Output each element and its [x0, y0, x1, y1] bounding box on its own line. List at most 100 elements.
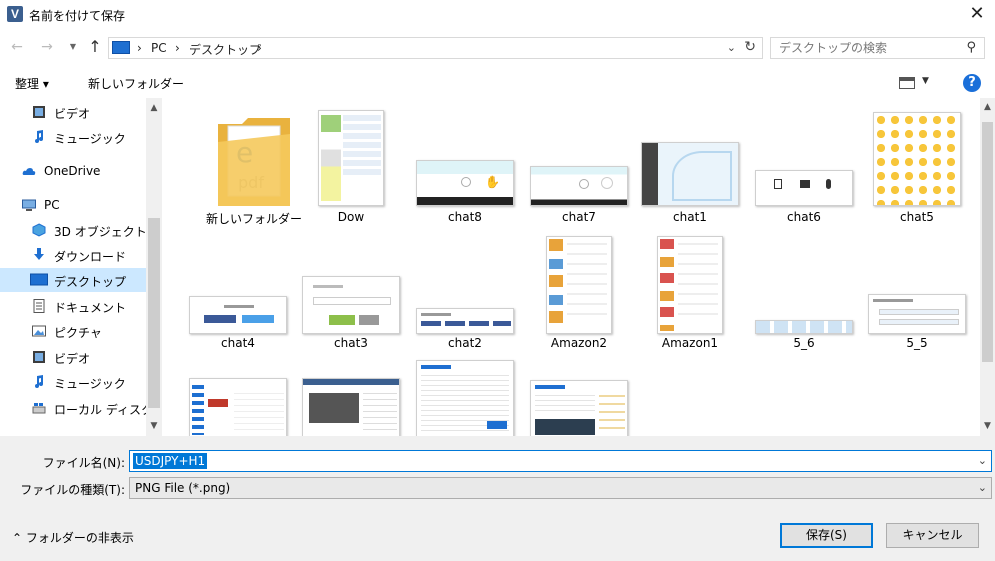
file-thumbnail	[641, 142, 739, 206]
breadcrumb-pc[interactable]: PC	[151, 41, 167, 55]
sidebar-item-3d-objects[interactable]: 3D オブジェクト	[0, 218, 147, 242]
breadcrumb-separator[interactable]: ›	[137, 41, 142, 55]
sidebar-item-label: ミュージック	[54, 132, 126, 146]
download-icon	[34, 248, 44, 260]
filetype-value: PNG File (*.png)	[135, 481, 231, 495]
file-thumbnail	[873, 112, 961, 206]
file-name: Amazon1	[661, 336, 719, 350]
sidebar-item-music[interactable]: ミュージック	[0, 125, 146, 149]
organize-button[interactable]: 整理 ▾	[15, 75, 49, 92]
file-thumbnail	[868, 294, 966, 334]
recent-locations-chevron-icon[interactable]: ▼	[64, 38, 82, 56]
file-thumbnail	[302, 378, 400, 436]
sidebar-item-label: ダウンロード	[54, 250, 127, 264]
filename-chevron-down-icon[interactable]: ⌄	[978, 454, 987, 467]
sidebar-item-music-2[interactable]: ミュージック	[0, 370, 146, 394]
music-icon	[35, 130, 43, 143]
desktop-icon	[30, 273, 48, 286]
search-icon[interactable]: ⚲	[966, 40, 976, 55]
toolbar: 整理 ▾ 新しいフォルダー ▼ ?	[0, 66, 995, 98]
search-input[interactable]	[771, 38, 951, 58]
sidebar-item-videos-2[interactable]: ビデオ	[0, 345, 146, 369]
3d-objects-icon	[32, 223, 46, 237]
filename-value[interactable]: USDJPY+H1	[133, 453, 208, 469]
app-logo-icon: V	[7, 6, 23, 22]
help-icon[interactable]: ?	[963, 74, 981, 92]
filetype-select[interactable]: PNG File (*.png) ⌄	[129, 477, 992, 499]
file-name: chat2	[448, 336, 482, 350]
back-arrow-icon[interactable]: ←	[8, 38, 26, 56]
address-bar[interactable]: › PC › デスクトップ › ⌄ ↻	[108, 37, 763, 59]
sidebar-item-label: デスクトップ	[54, 275, 127, 289]
title-bar: V 名前を付けて保存 ✕	[0, 0, 995, 30]
file-thumbnail	[189, 296, 287, 334]
up-arrow-icon[interactable]: ↑	[86, 38, 104, 56]
sidebar-item-downloads[interactable]: ダウンロード	[0, 243, 146, 267]
hide-folders-toggle[interactable]: ⌃ フォルダーの非表示	[12, 529, 134, 546]
file-list-scroll-thumb[interactable]	[982, 122, 993, 362]
new-folder-button[interactable]: 新しいフォルダー	[88, 75, 184, 92]
breadcrumb-separator[interactable]: ›	[175, 41, 180, 55]
sidebar-item-label: PC	[44, 198, 60, 212]
pictures-icon	[32, 325, 46, 337]
sidebar-item-pictures[interactable]: ピクチャ	[0, 319, 146, 343]
document-icon	[33, 299, 45, 313]
sidebar-item-label: ピクチャ	[54, 326, 102, 340]
filename-input[interactable]: USDJPY+H1 ⌄	[129, 450, 992, 472]
file-thumbnail	[302, 276, 400, 334]
file-name: 5_5	[906, 336, 928, 350]
forward-arrow-icon[interactable]: →	[38, 38, 56, 56]
filetype-label: ファイルの種類(T):	[20, 483, 125, 497]
file-list-scrollbar[interactable]: ▲ ▼	[980, 98, 995, 436]
file-thumbnail	[530, 380, 628, 436]
sidebar-scroll-thumb[interactable]	[148, 218, 160, 408]
search-box[interactable]: ⚲	[770, 37, 985, 59]
filetype-chevron-down-icon[interactable]: ⌄	[978, 481, 987, 494]
sidebar-item-onedrive[interactable]: OneDrive	[0, 159, 146, 183]
desktop-location-icon	[112, 41, 130, 54]
close-button[interactable]: ✕	[965, 2, 989, 26]
file-name: chat4	[221, 336, 255, 350]
sidebar-item-label: OneDrive	[44, 164, 101, 178]
navigation-pane: ビデオ ミュージック OneDrive PC 3D オブジェクト ダウンロード …	[0, 98, 162, 436]
file-thumbnail	[416, 308, 514, 334]
file-name: 5_6	[793, 336, 815, 350]
sidebar-item-documents[interactable]: ドキュメント	[0, 294, 146, 318]
file-name: chat8	[448, 210, 482, 224]
file-name: chat7	[562, 210, 596, 224]
disk-icon	[32, 403, 46, 414]
scroll-down-icon[interactable]: ▼	[146, 418, 162, 434]
sidebar-scrollbar[interactable]: ▲ ▼	[146, 98, 162, 436]
sidebar-item-local-disk[interactable]: ローカル ディスク (C	[0, 396, 162, 420]
scroll-up-icon[interactable]: ▲	[980, 100, 995, 115]
file-name: Amazon2	[550, 336, 608, 350]
file-thumbnail	[755, 170, 853, 206]
breadcrumb-separator[interactable]: ›	[257, 41, 262, 55]
view-chevron-down-icon[interactable]: ▼	[922, 76, 929, 86]
save-form: ファイル名(N): USDJPY+H1 ⌄ ファイルの種類(T): PNG Fi…	[0, 436, 995, 561]
sidebar-item-pc[interactable]: PC	[0, 193, 146, 217]
file-name: chat5	[900, 210, 934, 224]
window-title: 名前を付けて保存	[29, 9, 126, 23]
navigation-bar: ← → ▼ ↑ › PC › デスクトップ › ⌄ ↻ ⚲	[0, 30, 995, 64]
file-thumbnail	[657, 236, 723, 334]
cancel-button[interactable]: キャンセル	[886, 523, 979, 548]
refresh-icon[interactable]: ↻	[744, 39, 756, 55]
sidebar-item-label: ビデオ	[54, 107, 91, 121]
sidebar-item-label: ビデオ	[54, 352, 91, 366]
file-list: e pdf 新しいフォルダー Dow ✋ chat8	[162, 98, 980, 436]
address-dropdown-chevron-icon[interactable]: ⌄	[727, 41, 736, 54]
view-options-icon[interactable]	[899, 77, 915, 89]
folder-icon: e pdf	[218, 118, 290, 206]
scroll-up-icon[interactable]: ▲	[146, 100, 162, 116]
sidebar-item-videos[interactable]: ビデオ	[0, 100, 146, 124]
sidebar-item-desktop[interactable]: デスクトップ	[0, 268, 146, 292]
file-name: chat1	[673, 210, 707, 224]
sidebar-item-label: 3D オブジェクト	[54, 225, 147, 239]
sidebar-item-label: ミュージック	[54, 377, 126, 391]
video-icon	[33, 351, 45, 363]
file-thumbnail	[189, 378, 287, 436]
scroll-down-icon[interactable]: ▼	[980, 419, 995, 434]
breadcrumb-desktop[interactable]: デスクトップ	[189, 41, 261, 58]
save-button[interactable]: 保存(S)	[780, 523, 873, 548]
